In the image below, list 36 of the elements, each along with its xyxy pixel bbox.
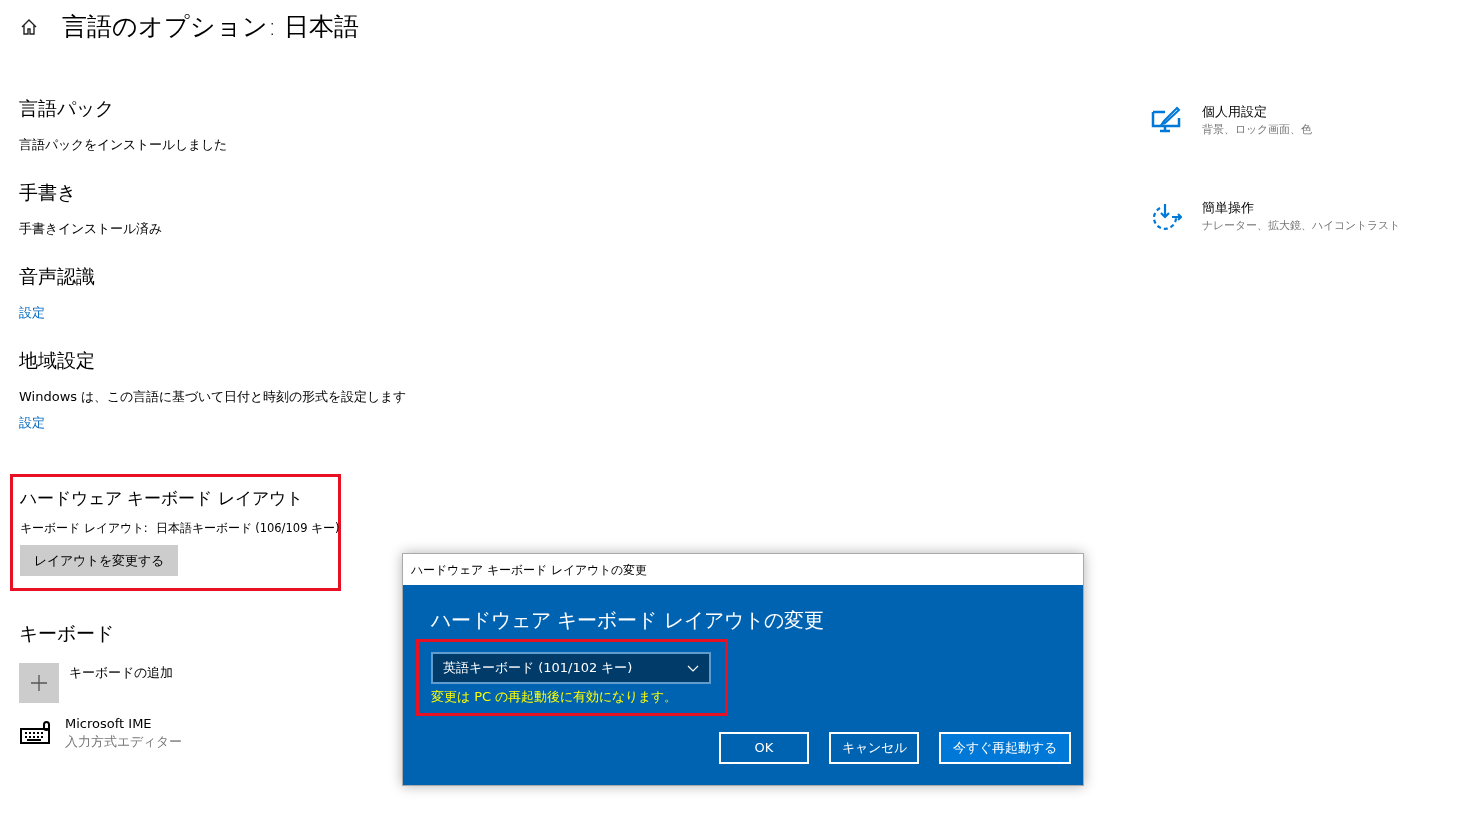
section-text: 言語パックをインストールしました bbox=[19, 135, 227, 154]
layout-select[interactable]: 英語キーボード (101/102 キー) bbox=[431, 652, 711, 684]
layout-label: キーボード レイアウト: bbox=[20, 519, 148, 537]
section-heading: 音声認識 bbox=[19, 263, 95, 289]
page-title: 言語のオプション: 日本語 bbox=[62, 11, 360, 43]
section-heading: 言語パック bbox=[19, 95, 114, 121]
related-subtitle: ナレーター、拡大鏡、ハイコントラスト bbox=[1202, 218, 1400, 234]
monitor-brush-icon bbox=[1151, 105, 1181, 134]
keyboard-description: 入力方式エディター bbox=[65, 732, 182, 751]
settings-link[interactable]: 設定 bbox=[19, 303, 45, 322]
home-icon[interactable] bbox=[20, 17, 38, 36]
add-keyboard-label[interactable]: キーボードの追加 bbox=[69, 662, 173, 683]
section-heading: ハードウェア キーボード レイアウト bbox=[20, 486, 303, 510]
related-link[interactable]: 簡単操作 bbox=[1202, 198, 1400, 218]
dialog-button[interactable]: キャンセル bbox=[829, 731, 919, 764]
section-text: Windows は、この言語に基づいて日付と時刻の形式を設定します bbox=[19, 387, 407, 406]
related-subtitle: 背景、ロック画面、色 bbox=[1202, 121, 1312, 138]
dialog-heading: ハードウェア キーボード レイアウトの変更 bbox=[431, 607, 825, 634]
dialog-button[interactable]: OK bbox=[719, 731, 809, 764]
keyboard-icon bbox=[19, 719, 53, 746]
plus-icon bbox=[31, 674, 47, 691]
layout-value: 日本語キーボード (106/109 キー) bbox=[155, 519, 340, 537]
ease-of-access-icon bbox=[1150, 202, 1182, 232]
section-heading: 地域設定 bbox=[19, 347, 95, 373]
settings-link[interactable]: 設定 bbox=[19, 413, 45, 432]
section-heading: 手書き bbox=[19, 179, 76, 205]
dialog-button[interactable]: 今すぐ再起動する bbox=[939, 731, 1071, 764]
add-keyboard-button[interactable] bbox=[19, 662, 59, 703]
restart-notice: 変更は PC の再起動後に有効になります。 bbox=[431, 688, 678, 706]
change-layout-button[interactable]: レイアウトを変更する bbox=[20, 544, 178, 576]
chevron-down-icon bbox=[687, 664, 699, 672]
related-link[interactable]: 個人用設定 bbox=[1202, 101, 1312, 122]
section-text: 手書きインストール済み bbox=[19, 219, 162, 238]
keyboard-name: Microsoft IME bbox=[65, 714, 153, 733]
section-heading: キーボード bbox=[19, 620, 114, 646]
dialog-title: ハードウェア キーボード レイアウトの変更 bbox=[411, 561, 647, 579]
